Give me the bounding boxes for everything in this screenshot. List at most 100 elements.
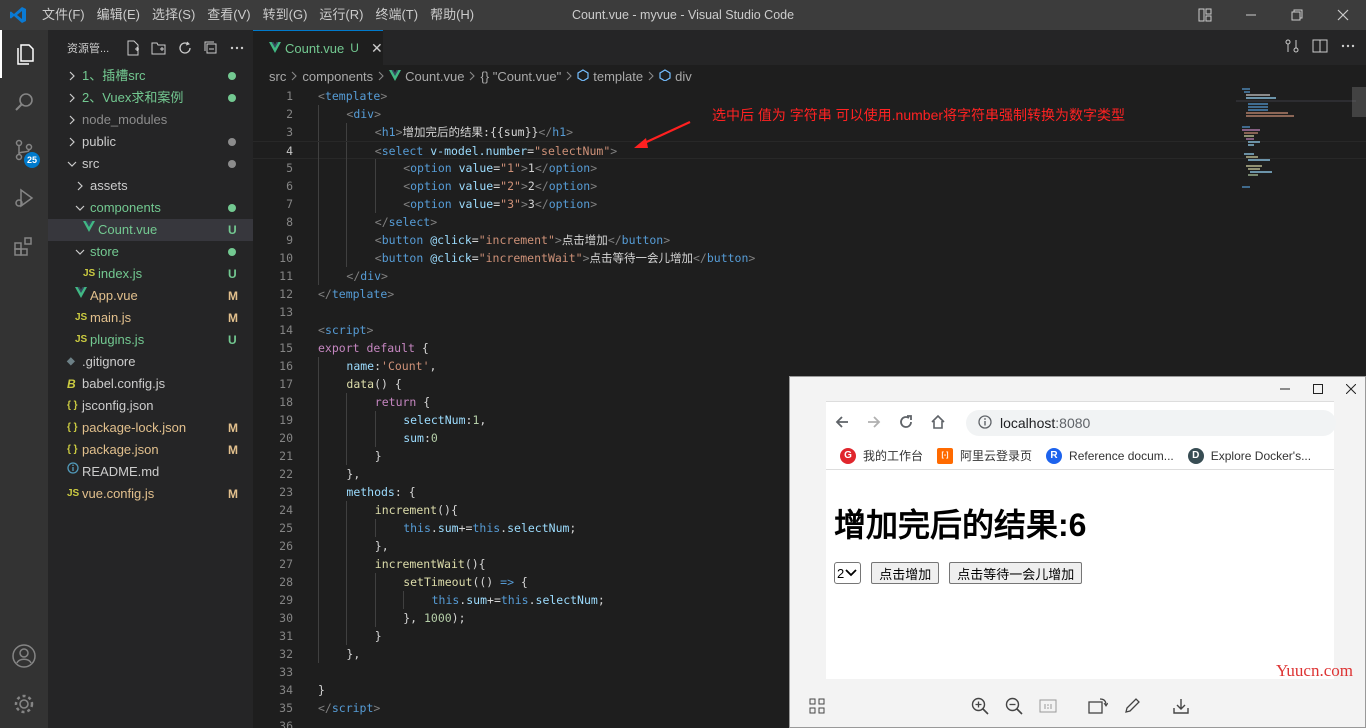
tree-item[interactable]: JS main.js M	[48, 307, 253, 329]
site-info-icon[interactable]	[978, 414, 992, 432]
menu-item[interactable]: 终端(T)	[369, 0, 424, 30]
zoom-in-icon[interactable]	[969, 695, 991, 717]
breadcrumb-item[interactable]: div	[675, 69, 692, 84]
page-controls: 2 点击增加 点击等待一会儿增加	[834, 562, 1083, 584]
account-icon[interactable]	[0, 632, 48, 680]
back-arrow-icon[interactable]	[826, 408, 858, 436]
breadcrumb-item[interactable]: {} "Count.vue"	[480, 69, 561, 84]
code-token: ,	[479, 413, 487, 427]
minimize-button[interactable]	[1228, 0, 1274, 30]
tab-count-vue[interactable]: Count.vue U ✕	[253, 30, 383, 65]
split-editor-icon[interactable]	[1312, 38, 1328, 57]
actual-size-icon[interactable]	[1037, 695, 1059, 717]
breadcrumb-item[interactable]: Count.vue	[405, 69, 464, 84]
menu-item[interactable]: 选择(S)	[146, 0, 201, 30]
tree-item[interactable]: Bbabel.config.js	[48, 373, 253, 395]
close-button[interactable]	[1320, 0, 1366, 30]
menu-item[interactable]: 帮助(H)	[424, 0, 480, 30]
tree-item[interactable]: README.md	[48, 461, 253, 483]
reload-icon[interactable]	[890, 408, 922, 436]
pencil-icon[interactable]	[1121, 695, 1143, 717]
menu-item[interactable]: 转到(G)	[257, 0, 314, 30]
tree-item[interactable]: 1、插槽src	[48, 65, 253, 87]
tree-item[interactable]: App.vue M	[48, 285, 253, 307]
indent-guide	[318, 142, 319, 160]
tree-item[interactable]: components	[48, 197, 253, 219]
code-token: option	[548, 161, 591, 175]
indent-guide	[346, 447, 348, 465]
layout-icon[interactable]	[1182, 0, 1228, 30]
menu-item[interactable]: 文件(F)	[36, 0, 91, 30]
tree-item[interactable]: store	[48, 241, 253, 263]
browser-maximize-button[interactable]	[1301, 377, 1334, 401]
breadcrumb-item[interactable]: components	[302, 69, 373, 84]
bookmark-item[interactable]: G 我的工作台	[840, 447, 923, 464]
rotate-icon[interactable]	[1087, 695, 1109, 717]
tree-item[interactable]: { } package.json M	[48, 439, 253, 461]
code-token: },	[374, 539, 389, 553]
tree-item[interactable]: Count.vue U	[48, 219, 253, 241]
tree-item[interactable]: { } package-lock.json M	[48, 417, 253, 439]
scm-badge: 25	[24, 152, 40, 168]
settings-gear-icon[interactable]	[0, 680, 48, 728]
grid-icon[interactable]	[806, 695, 828, 717]
zoom-out-icon[interactable]	[1003, 695, 1025, 717]
indent-guide	[374, 609, 376, 627]
indent-guide	[318, 447, 319, 465]
forward-arrow-icon[interactable]	[858, 408, 890, 436]
increment-wait-button[interactable]: 点击等待一会儿增加	[949, 562, 1083, 584]
browser-close-button[interactable]	[1334, 377, 1366, 401]
explorer-title: 资源管...	[67, 42, 110, 55]
indent-guide	[346, 555, 348, 573]
minimap[interactable]	[1236, 87, 1356, 207]
restore-button[interactable]	[1274, 0, 1320, 30]
bookmark-item[interactable]: D Explore Docker's...	[1187, 447, 1311, 464]
tree-item[interactable]: ◆ .gitignore	[48, 351, 253, 373]
tree-item[interactable]: 2、Vuex求和案例	[48, 87, 253, 109]
increment-button[interactable]: 点击增加	[871, 562, 940, 584]
breadcrumb-item[interactable]: src	[269, 69, 286, 84]
chevron-down-icon	[74, 197, 86, 219]
browser-minimize-button[interactable]	[1268, 377, 1301, 401]
line-number: 35	[279, 701, 293, 715]
new-folder-icon[interactable]	[149, 38, 168, 57]
tree-item[interactable]: JS vue.config.js M	[48, 483, 253, 505]
explorer-icon[interactable]	[0, 30, 48, 78]
menu-item[interactable]: 运行(R)	[313, 0, 369, 30]
address-bar[interactable]: localhost:8080	[966, 410, 1336, 436]
run-debug-icon[interactable]	[0, 174, 48, 222]
download-icon[interactable]	[1170, 695, 1192, 717]
breadcrumb-item[interactable]: template	[593, 69, 643, 84]
line-number: 1	[286, 89, 293, 103]
tree-item-label: README.md	[82, 464, 160, 479]
tree-item[interactable]: node_modules	[48, 109, 253, 131]
search-icon[interactable]	[0, 78, 48, 126]
code-token: =	[471, 251, 479, 265]
indent-guide	[318, 429, 319, 447]
extensions-icon[interactable]	[0, 222, 48, 270]
open-changes-icon[interactable]	[1284, 38, 1300, 57]
more-actions-icon[interactable]	[227, 38, 246, 57]
code-content: <template>	[318, 87, 387, 105]
scrollbar-thumb[interactable]	[1352, 87, 1366, 117]
menu-item[interactable]: 编辑(E)	[91, 0, 146, 30]
bookmark-item[interactable]: [-] 阿里云登录页	[937, 447, 1032, 464]
tree-item[interactable]: { } jsconfig.json	[48, 395, 253, 417]
code-token: .	[528, 593, 536, 607]
tree-item[interactable]: public	[48, 131, 253, 153]
tree-item[interactable]: src	[48, 153, 253, 175]
home-icon[interactable]	[922, 408, 954, 436]
bookmark-item[interactable]: R Reference docum...	[1046, 447, 1174, 464]
tree-item[interactable]: JS plugins.js U	[48, 329, 253, 351]
refresh-icon[interactable]	[175, 38, 194, 57]
tree-item[interactable]: assets	[48, 175, 253, 197]
editor-more-icon[interactable]	[1340, 38, 1356, 57]
tree-item[interactable]: JS index.js U	[48, 263, 253, 285]
menu-item[interactable]: 查看(V)	[201, 0, 256, 30]
new-file-icon[interactable]	[123, 38, 142, 57]
source-control-icon[interactable]: 25	[0, 126, 48, 174]
number-select[interactable]: 2	[834, 562, 862, 584]
collapse-all-icon[interactable]	[201, 38, 220, 57]
tab-close-icon[interactable]: ✕	[371, 40, 383, 57]
code-token: <	[374, 144, 382, 158]
